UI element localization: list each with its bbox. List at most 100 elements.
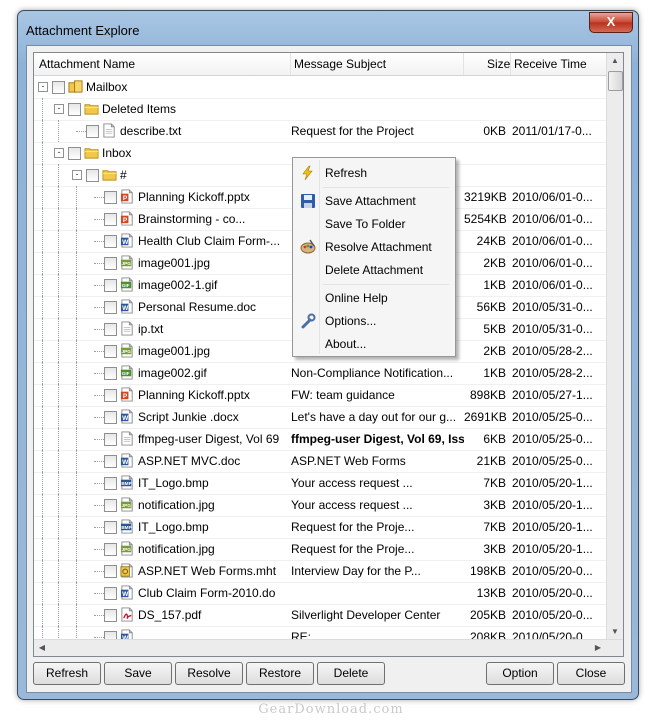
scroll-thumb[interactable] [608,71,623,91]
restore-button[interactable]: Restore [246,662,314,685]
word-document-icon: W [120,233,135,249]
attachment-size: 5KB [483,322,506,336]
row-checkbox[interactable] [104,477,117,490]
row-checkbox[interactable] [104,257,117,270]
column-attachment-name[interactable]: Attachment Name [39,57,135,71]
row-checkbox[interactable] [68,147,81,160]
tree-expander-icon[interactable]: - [72,170,82,180]
menu-item-label: Save To Folder [325,217,406,231]
menu-item-delete-attachment[interactable]: Delete Attachment [295,259,453,281]
scroll-up-icon[interactable]: ▲ [607,56,623,65]
row-checkbox[interactable] [86,169,99,182]
table-row[interactable]: W ASP.NET MVC.doc ASP.NET Web Forms 21KB 201… [34,450,606,473]
attachment-name: Health Club Claim Form-... [138,234,281,248]
receive-time: 2010/05/25-0... [512,410,593,424]
row-checkbox[interactable] [68,103,81,116]
menu-item-about[interactable]: About... [295,333,453,355]
save-button[interactable]: Save [104,662,172,685]
row-checkbox[interactable] [104,587,117,600]
svg-text:W: W [122,415,129,422]
message-subject: Your access request ... [291,498,413,512]
window-title: Attachment Explore [26,23,140,38]
table-row[interactable]: JPG notification.jpg Your access request .… [34,494,606,517]
resolve-button[interactable]: Resolve [175,662,243,685]
jpg-image-icon: JPG [120,497,135,513]
row-checkbox[interactable] [104,565,117,578]
table-row[interactable]: JPG notification.jpg Request for the Proje… [34,538,606,561]
attachment-name: ip.txt [138,322,164,336]
vertical-scrollbar[interactable]: ▲ ▼ [606,53,623,639]
menu-item-online-help[interactable]: Online Help [295,287,453,309]
option-button[interactable]: Option [486,662,554,685]
row-checkbox[interactable] [104,345,117,358]
delete-button[interactable]: Delete [317,662,385,685]
bmp-image-icon: BMP [120,519,135,535]
table-row[interactable]: P Planning Kickoff.pptx FW: team guidance 8… [34,384,606,407]
column-receive-time[interactable]: Receive Time [514,57,587,71]
attachment-size: 7KB [483,520,506,534]
row-checkbox[interactable] [52,81,65,94]
receive-time: 2010/05/20-1... [512,520,593,534]
table-row[interactable]: ffmpeg-user Digest, Vol 69 ffmpeg-user Di… [34,428,606,451]
row-checkbox[interactable] [104,609,117,622]
attachment-size: 21KB [476,454,506,468]
scroll-down-icon[interactable]: ▼ [607,627,623,636]
table-row[interactable]: BMP IT_Logo.bmp Request for the Proje... 7K… [34,516,606,539]
title-bar[interactable]: Attachment Explore X [18,11,638,45]
column-size[interactable]: Size [487,57,510,71]
tree-expander-icon[interactable]: - [38,82,48,92]
receive-time: 2010/05/28-2... [512,366,593,380]
column-message-subject[interactable]: Message Subject [294,57,386,71]
table-row[interactable]: W Club Claim Form-2010.do 13KB 2010/05/20-0… [34,582,606,605]
attachment-size: 3KB [483,542,506,556]
receive-time: 2010/06/01-0... [512,278,593,292]
row-checkbox[interactable] [104,543,117,556]
row-checkbox[interactable] [104,323,117,336]
row-checkbox[interactable] [104,213,117,226]
menu-item-refresh[interactable]: Refresh [295,162,453,184]
table-row[interactable]: W Script Junkie .docx Let's have a day out… [34,406,606,429]
receive-time: 2010/05/20-0... [512,586,593,600]
row-checkbox[interactable] [104,433,117,446]
row-checkbox[interactable] [104,389,117,402]
tree-expander-icon[interactable]: - [54,104,64,114]
menu-item-options[interactable]: Options... [295,310,453,332]
row-checkbox[interactable] [104,279,117,292]
horizontal-scrollbar[interactable]: ◀ ▶ [34,639,623,656]
tree-folder-row[interactable]: - Mailbox [34,76,606,99]
attachment-size: 898KB [469,388,506,402]
menu-item-resolve-attachment[interactable]: Resolve Attachment [295,236,453,258]
row-checkbox[interactable] [104,367,117,380]
tree-folder-row[interactable]: - Deleted Items [34,98,606,121]
row-checkbox[interactable] [86,125,99,138]
row-checkbox[interactable] [104,191,117,204]
wrench-icon [300,313,316,329]
table-row[interactable]: BMP IT_Logo.bmp Your access request ... 7KB… [34,472,606,495]
row-checkbox[interactable] [104,521,117,534]
scroll-right-icon[interactable]: ▶ [590,643,606,652]
table-row[interactable]: DS_157.pdf Silverlight Developer Center 20… [34,604,606,627]
row-checkbox[interactable] [104,301,117,314]
row-checkbox[interactable] [104,455,117,468]
close-button[interactable]: Close [557,662,625,685]
table-row[interactable]: describe.txt Request for the Project 0KB 20… [34,120,606,143]
row-checkbox[interactable] [104,411,117,424]
menu-item-label: Save Attachment [325,194,416,208]
message-subject: Request for the Project [291,124,414,138]
tree-expander-icon[interactable]: - [54,148,64,158]
svg-text:BMP: BMP [121,525,131,530]
table-row[interactable]: ASP.NET Web Forms.mht Interview Day for t… [34,560,606,583]
menu-item-save-attachment[interactable]: Save Attachment [295,190,453,212]
table-row[interactable]: GIF image002.gif Non-Compliance Notificati… [34,362,606,385]
menu-item-save-to-folder[interactable]: Save To Folder [295,213,453,235]
attachment-size: 1KB [483,366,506,380]
attachment-name: DS_157.pdf [138,608,202,622]
scroll-left-icon[interactable]: ◀ [34,643,50,652]
jpg-image-icon: JPG [120,255,135,271]
refresh-button[interactable]: Refresh [33,662,101,685]
attachment-size: 3219KB [464,190,507,204]
row-checkbox[interactable] [104,499,117,512]
window-close-button[interactable]: X [589,12,633,33]
row-checkbox[interactable] [104,235,117,248]
word-document-icon: W [120,453,135,469]
